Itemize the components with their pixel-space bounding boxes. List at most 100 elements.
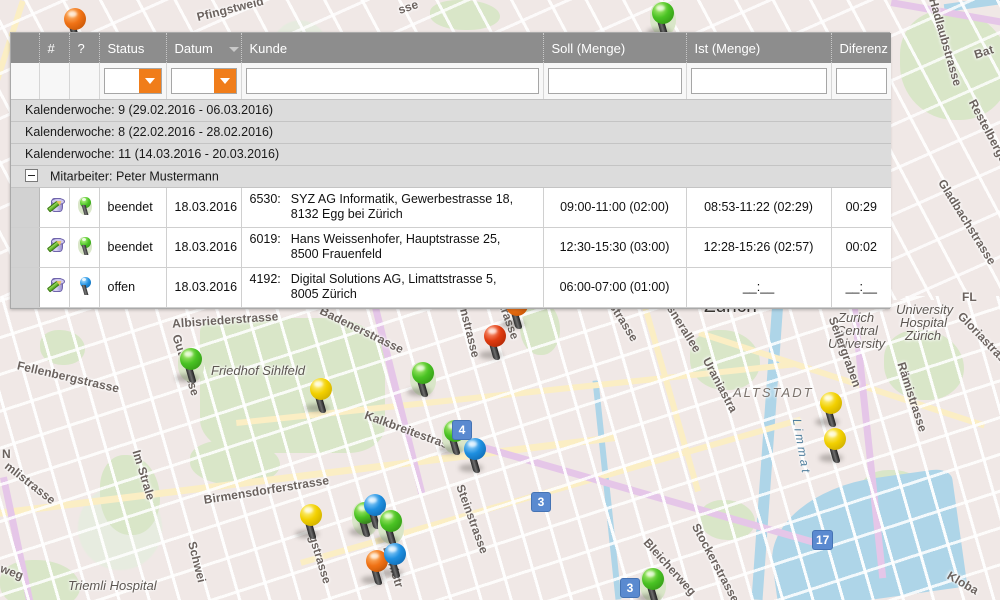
route-shield: 4 — [452, 420, 472, 440]
column-header-ist[interactable]: Ist (Menge) — [686, 33, 832, 63]
group-row-week-9[interactable]: Kalenderwoche: 9 (29.02.2016 - 06.03.201… — [11, 99, 891, 122]
row-status: offen — [99, 267, 167, 308]
row-diferenz: 00:02 — [831, 227, 891, 268]
filter-cell-diferenz — [831, 63, 891, 100]
column-header-status[interactable]: Status — [99, 33, 167, 63]
row-status: beendet — [99, 227, 167, 268]
map-pin-icon[interactable] — [77, 196, 92, 215]
row-edit-cell[interactable] — [39, 187, 70, 228]
row-edit-cell[interactable] — [39, 227, 70, 268]
row-kunde-number: 4192: — [249, 272, 281, 286]
row-location-cell[interactable] — [69, 267, 100, 308]
database-edit-icon[interactable] — [46, 277, 66, 295]
group-row-week-11-label[interactable]: Kalenderwoche: 11 (14.03.2016 - 20.03.20… — [11, 143, 891, 166]
kunde-filter-input[interactable] — [245, 67, 539, 94]
database-edit-icon[interactable] — [46, 197, 66, 215]
filter-cell-question — [69, 63, 100, 100]
grid-body: Kalenderwoche: 9 (29.02.2016 - 06.03.201… — [11, 63, 891, 308]
row-select-cell[interactable] — [11, 187, 40, 228]
row-diferenz: __:__ — [831, 267, 891, 308]
filter-cell-select — [11, 63, 40, 100]
column-header-datum[interactable]: Datum — [166, 33, 242, 63]
row-edit-cell[interactable] — [39, 267, 70, 308]
map-pin-yellow[interactable] — [815, 392, 844, 427]
route-shield: 17 — [812, 530, 834, 550]
sort-descending-icon — [228, 46, 239, 52]
map-pin-green[interactable] — [647, 2, 676, 37]
map-pin-icon[interactable] — [77, 236, 92, 255]
row-datum: 18.03.2016 — [166, 267, 242, 308]
group-row-week-11[interactable]: Kalenderwoche: 11 (14.03.2016 - 20.03.20… — [11, 143, 891, 166]
map-pin-blue[interactable] — [459, 438, 488, 473]
grid-table: # ? Status Datum Kunde Soll (Menge) Ist … — [11, 33, 891, 308]
column-header-diferenz[interactable]: Diferenz — [831, 33, 891, 63]
filter-cell-status — [99, 63, 167, 100]
route-shield: 3 — [620, 578, 640, 598]
map-pin-green[interactable] — [375, 510, 404, 545]
grid-header-row: # ? Status Datum Kunde Soll (Menge) Ist … — [11, 33, 891, 63]
row-diferenz: 00:29 — [831, 187, 891, 228]
chevron-down-icon — [219, 77, 230, 84]
row-location-cell[interactable] — [69, 187, 100, 228]
column-header-select[interactable] — [11, 33, 40, 63]
column-header-datum-label: Datum — [174, 40, 213, 56]
map-pin-red[interactable] — [479, 325, 508, 360]
status-filter-dropdown-button[interactable] — [138, 68, 161, 93]
map-pin-green[interactable] — [407, 362, 436, 397]
column-header-soll[interactable]: Soll (Menge) — [543, 33, 687, 63]
row-soll: 12:30-15:30 (03:00) — [543, 227, 687, 268]
row-kunde-number: 6019: — [249, 232, 281, 246]
datum-filter-dropdown-button[interactable] — [213, 68, 236, 93]
map-pin-green[interactable] — [175, 348, 204, 383]
ist-filter-input[interactable] — [690, 67, 827, 94]
row-ist: 12:28-15:26 (02:57) — [686, 227, 832, 268]
filter-cell-datum — [166, 63, 242, 100]
group-row-mitarbeiter[interactable]: Mitarbeiter: Peter Mustermann — [11, 165, 891, 188]
appointments-grid[interactable]: # ? Status Datum Kunde Soll (Menge) Ist … — [10, 32, 891, 309]
map-pin-yellow[interactable] — [819, 428, 848, 463]
row-kunde: 4192: Digital Solutions AG, Limattstrasse… — [241, 267, 544, 308]
application-root: Pfingstweid sse Albisriederstrasse Badeners… — [0, 0, 1000, 600]
group-row-week-9-label[interactable]: Kalenderwoche: 9 (29.02.2016 - 06.03.201… — [11, 99, 891, 122]
diferenz-filter-input[interactable] — [835, 67, 887, 94]
row-kunde-address: Digital Solutions AG, Limattstrasse 5, 80… — [290, 272, 497, 301]
filter-cell-kunde — [241, 63, 544, 100]
group-row-week-8-label[interactable]: Kalenderwoche: 8 (22.02.2016 - 28.02.201… — [11, 121, 891, 144]
grid-filter-row — [11, 63, 891, 100]
row-select-cell[interactable] — [11, 227, 40, 268]
column-header-number[interactable]: # — [39, 33, 70, 63]
table-row[interactable]: offen 18.03.2016 4192: Digital Solutions AG… — [11, 267, 891, 308]
map-pin-blue[interactable] — [379, 543, 408, 578]
row-datum: 18.03.2016 — [166, 227, 242, 268]
row-status: beendet — [99, 187, 167, 228]
filter-cell-number — [39, 63, 70, 100]
map-pin-yellow[interactable] — [305, 378, 334, 413]
datum-filter-value[interactable] — [171, 68, 214, 93]
row-location-cell[interactable] — [69, 227, 100, 268]
row-kunde-number: 6530: — [249, 192, 281, 206]
row-select-cell[interactable] — [11, 267, 40, 308]
row-ist: 08:53-11:22 (02:29) — [686, 187, 832, 228]
column-header-kunde[interactable]: Kunde — [241, 33, 544, 63]
row-soll: 06:00-07:00 (01:00) — [543, 267, 687, 308]
grid-header: # ? Status Datum Kunde Soll (Menge) Ist … — [11, 33, 891, 63]
column-header-question[interactable]: ? — [69, 33, 100, 63]
route-shield: 3 — [531, 492, 551, 512]
collapse-group-button[interactable] — [25, 168, 38, 182]
chevron-down-icon — [144, 77, 155, 84]
datum-filter-dropdown[interactable] — [170, 67, 237, 94]
database-edit-icon[interactable] — [46, 237, 66, 255]
status-filter-dropdown[interactable] — [103, 67, 162, 94]
filter-cell-ist — [686, 63, 832, 100]
table-row[interactable]: beendet 18.03.2016 6019: Hans Weissenhofer,… — [11, 227, 891, 268]
status-filter-value[interactable] — [104, 68, 139, 93]
map-pin-icon[interactable] — [78, 276, 92, 295]
soll-filter-input[interactable] — [547, 67, 682, 94]
map-pin-yellow[interactable] — [295, 504, 324, 539]
row-kunde-address: SYZ AG Informatik, Gewerbestrasse 18, 813… — [290, 192, 514, 221]
row-datum: 18.03.2016 — [166, 187, 242, 228]
map-pin-green[interactable] — [637, 568, 666, 600]
table-row[interactable]: beendet 18.03.2016 6530: SYZ AG Informatik,… — [11, 187, 891, 228]
group-row-week-8[interactable]: Kalenderwoche: 8 (22.02.2016 - 28.02.201… — [11, 121, 891, 144]
row-ist: __:__ — [686, 267, 832, 308]
